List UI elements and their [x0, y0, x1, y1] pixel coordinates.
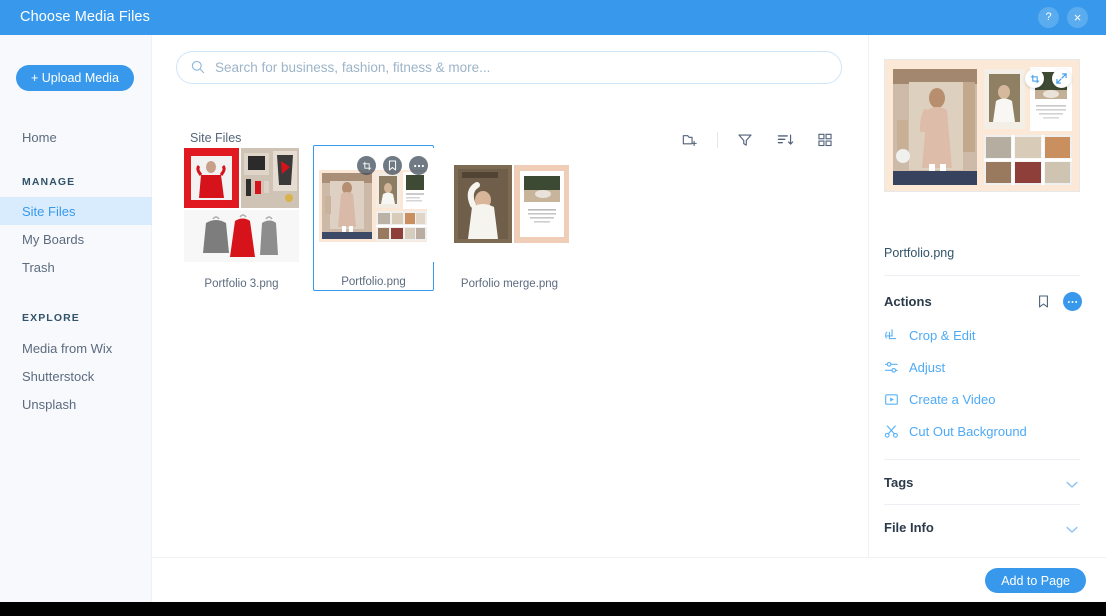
more-icon[interactable]: [1063, 292, 1082, 311]
file-card[interactable]: Porfolio merge.png: [450, 145, 569, 290]
chevron-down-icon[interactable]: [1066, 476, 1078, 494]
upload-media-button[interactable]: + Upload Media: [16, 65, 134, 91]
breadcrumb: Site Files: [190, 131, 242, 145]
preview-actions: [1025, 69, 1071, 88]
sort-icon[interactable]: [772, 127, 798, 153]
sidebar-item-label: Shutterstock: [22, 368, 95, 384]
close-icon: ×: [1073, 10, 1082, 25]
selected-file-name: Portfolio.png: [884, 246, 955, 260]
action-cut-out-background[interactable]: Cut Out Background: [884, 424, 1027, 439]
file-name-label: Porfolio merge.png: [460, 278, 559, 290]
action-adjust[interactable]: Adjust: [884, 360, 945, 375]
sidebar: + Upload Media Home MANAGE Site Files My…: [0, 35, 152, 602]
file-thumbnail: [316, 148, 435, 262]
sliders-icon: [884, 361, 898, 373]
file-card-selected[interactable]: Portfolio.png: [313, 145, 435, 291]
action-label: Cut Out Background: [909, 424, 1027, 439]
file-thumbnail: [182, 145, 301, 264]
media-manager-dialog: Choose Media Files ? × + Upload Media Ho…: [0, 0, 1106, 602]
file-thumbnail: [450, 145, 569, 264]
sidebar-item-label: My Boards: [22, 231, 85, 247]
sidebar-item-media-from-wix[interactable]: Media from Wix: [0, 334, 152, 362]
sidebar-item-site-files[interactable]: Site Files: [0, 197, 152, 225]
toolbar-divider: [717, 132, 718, 148]
crop-rotate-icon: [885, 329, 896, 340]
sidebar-item-my-boards[interactable]: My Boards: [0, 225, 152, 253]
filter-icon[interactable]: [732, 127, 758, 153]
sidebar-item-home[interactable]: Home: [0, 123, 152, 151]
sidebar-group-explore: EXPLORE: [22, 312, 80, 324]
actions-header-icons: [1038, 292, 1082, 311]
search-bar: [176, 51, 842, 84]
action-label: Crop & Edit: [909, 328, 976, 343]
action-create-a-video[interactable]: Create a Video: [884, 392, 996, 407]
help-button[interactable]: ?: [1038, 7, 1059, 28]
preview-image: [884, 59, 1080, 192]
new-folder-icon[interactable]: [677, 127, 703, 153]
action-label: Create a Video: [909, 392, 996, 407]
actions-title: Actions: [884, 294, 932, 309]
sidebar-item-label: Unsplash: [22, 396, 77, 412]
crop-icon[interactable]: [357, 156, 376, 175]
grid-view-icon[interactable]: [812, 127, 838, 153]
content-area: Site Files: [152, 35, 868, 557]
panel-divider: [884, 275, 1080, 276]
toolbar-icons: [677, 127, 838, 153]
action-crop-and-edit[interactable]: Crop & Edit: [884, 328, 975, 343]
dialog-title: Choose Media Files: [20, 9, 150, 25]
crop-icon[interactable]: [1025, 69, 1044, 88]
file-info-title: File Info: [884, 520, 934, 535]
more-icon[interactable]: [409, 156, 428, 175]
thumbnail-actions: [357, 156, 428, 175]
close-button[interactable]: ×: [1067, 7, 1088, 28]
bookmark-icon[interactable]: [1038, 295, 1049, 308]
sidebar-item-trash[interactable]: Trash: [0, 253, 152, 281]
sidebar-item-label: Site Files: [22, 203, 76, 219]
details-panel: Portfolio.png Actions Crop & Edit Adjust…: [868, 35, 1106, 557]
panel-divider: [884, 504, 1080, 505]
sidebar-item-shutterstock[interactable]: Shutterstock: [0, 362, 152, 390]
sidebar-item-label: Home: [22, 129, 57, 145]
title-bar: Choose Media Files ? ×: [0, 0, 1106, 35]
file-name-label: Portfolio 3.png: [204, 278, 279, 290]
chevron-down-icon[interactable]: [1066, 521, 1078, 539]
search-input[interactable]: [176, 51, 842, 84]
add-to-page-button[interactable]: Add to Page: [985, 568, 1086, 593]
footer-bar: Add to Page: [152, 557, 1106, 602]
file-name-label: Portfolio.png: [341, 276, 406, 288]
sidebar-item-unsplash[interactable]: Unsplash: [0, 390, 152, 418]
sidebar-item-label: Trash: [22, 259, 55, 275]
panel-divider: [884, 459, 1080, 460]
action-label: Adjust: [909, 360, 946, 375]
sidebar-group-manage: MANAGE: [22, 176, 76, 188]
file-card[interactable]: Portfolio 3.png: [182, 145, 301, 290]
video-icon: [885, 394, 898, 405]
help-icon: ?: [1045, 11, 1052, 23]
scissors-icon: [884, 425, 898, 438]
sidebar-nav: Home MANAGE Site Files My Boards Trash E…: [0, 115, 152, 418]
bookmark-icon[interactable]: [383, 156, 402, 175]
tags-title: Tags: [884, 475, 914, 490]
expand-icon[interactable]: [1052, 69, 1071, 88]
sidebar-item-label: Media from Wix: [22, 340, 113, 356]
